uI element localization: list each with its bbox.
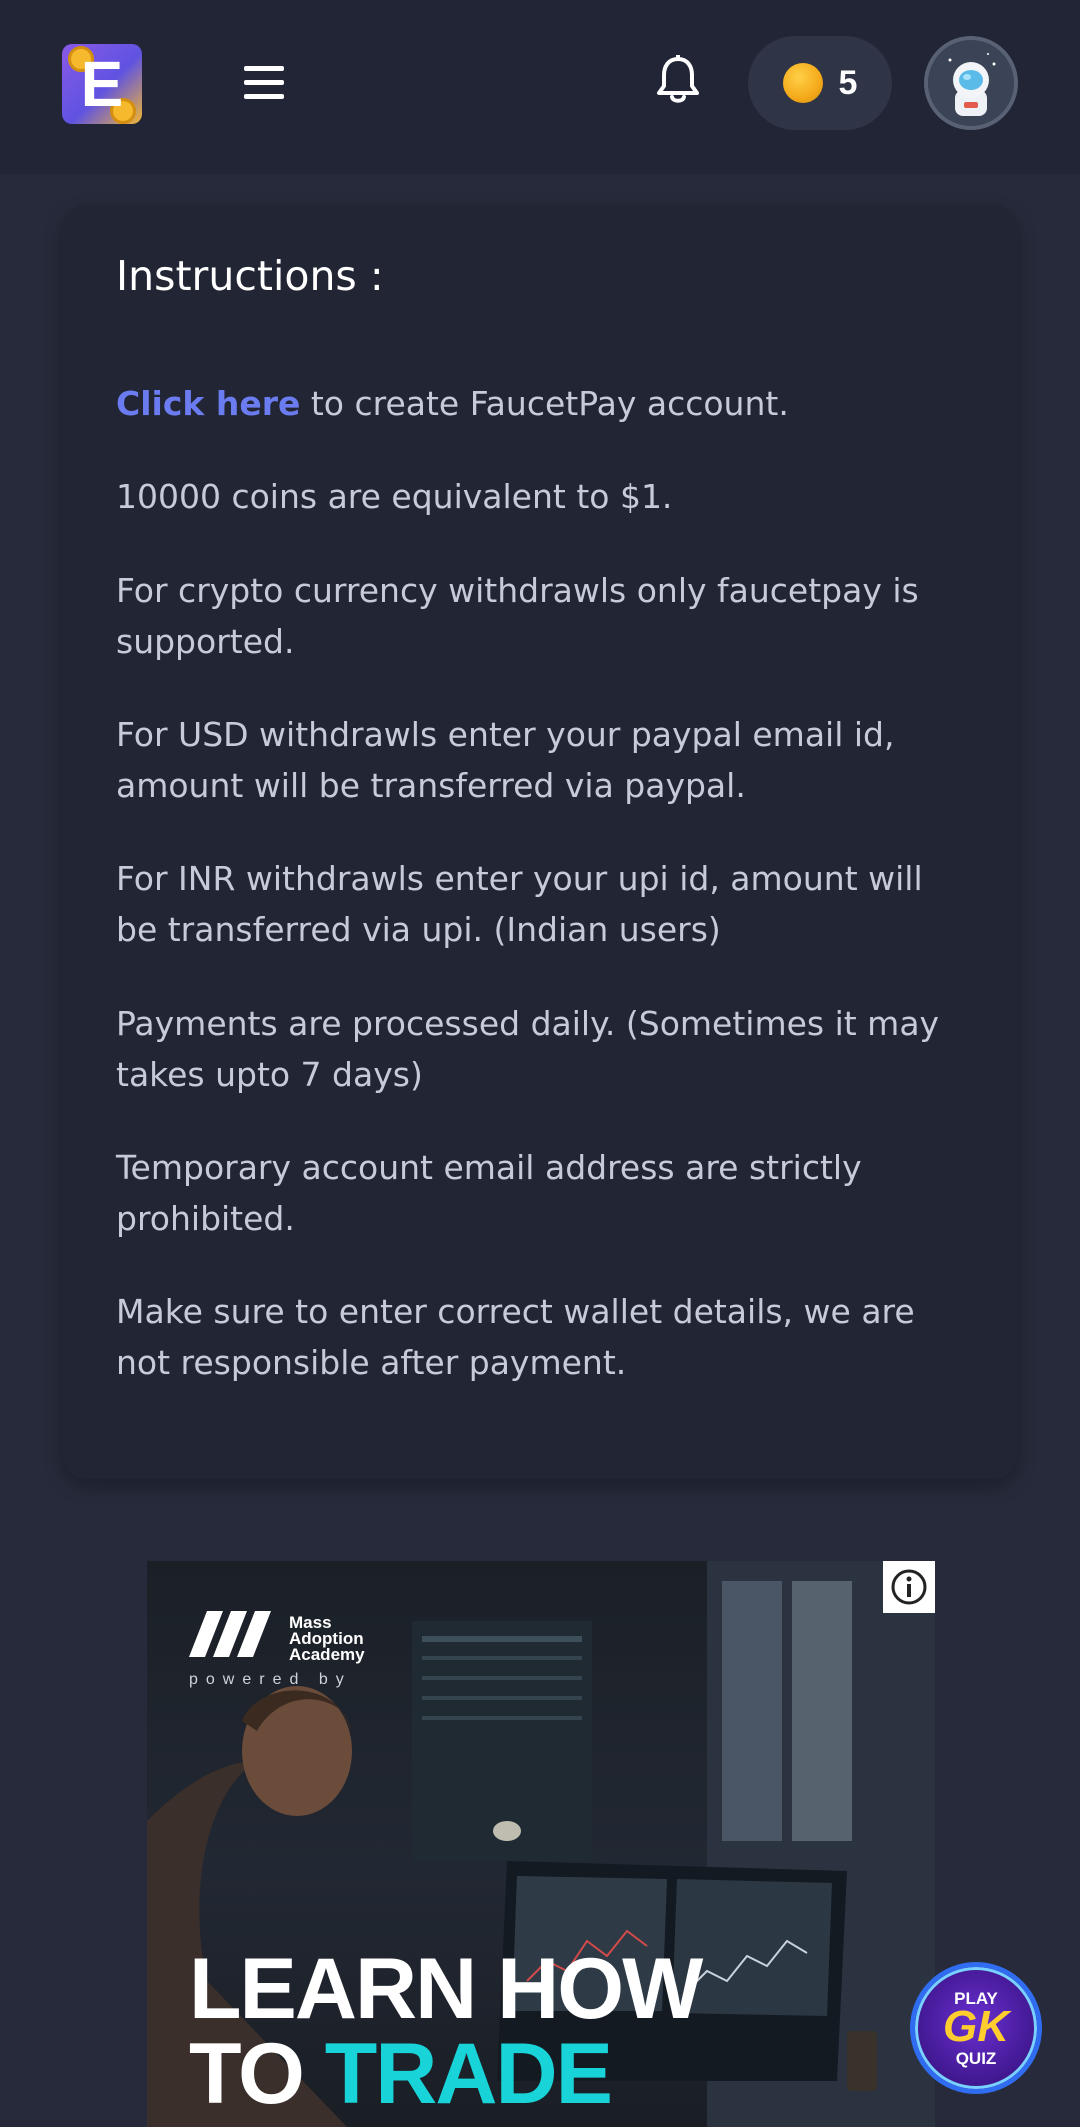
instruction-faucetpay: Click here to create FaucetPay account. <box>116 378 966 429</box>
ad-brand-name: Mass Adoption Academy <box>289 1613 365 1664</box>
ad-headline-line2: TO TRADE <box>189 2031 613 2117</box>
instruction-usd: For USD withdrawls enter your paypal ema… <box>116 715 895 805</box>
faucetpay-signup-link[interactable]: Click here <box>116 384 300 423</box>
info-icon <box>891 1569 927 1605</box>
coin-count: 5 <box>838 63 858 102</box>
instructions-title: Instructions : <box>116 252 384 300</box>
logo-letter: E <box>80 48 124 120</box>
advertisement-banner[interactable]: Mass Adoption Academy powered by LEARN H… <box>147 1561 935 2127</box>
menu-button[interactable] <box>232 58 296 108</box>
notifications-button[interactable] <box>648 50 708 110</box>
instruction-email: Temporary account email address are stri… <box>116 1148 862 1238</box>
faucetpay-link-suffix: to create FaucetPay account. <box>300 384 789 423</box>
mass-adoption-academy-logo-icon <box>189 1611 271 1657</box>
astronaut-avatar-icon <box>928 40 1014 126</box>
avatar[interactable] <box>924 36 1018 130</box>
app-logo[interactable]: E <box>62 44 142 124</box>
ad-headline-prefix: TO <box>189 2026 325 2122</box>
ad-brand: Mass Adoption Academy <box>189 1611 379 1663</box>
play-gk-quiz-button[interactable]: PLAY GK QUIZ <box>910 1962 1042 2094</box>
ad-info-button[interactable] <box>883 1561 935 1613</box>
coin-balance[interactable]: 5 <box>748 36 892 130</box>
instruction-wallet: Make sure to enter correct wallet detail… <box>116 1292 915 1382</box>
quiz-quiz-label: QUIZ <box>955 2049 997 2068</box>
ad-headline-line1: LEARN HOW <box>189 1941 703 2037</box>
ad-headline-accent: TRADE <box>324 2026 613 2122</box>
gold-coin-icon <box>782 63 823 103</box>
hamburger-menu-icon <box>244 66 284 99</box>
top-app-bar: E 5 <box>0 0 1080 174</box>
instruction-inr: For INR withdrawls enter your upi id, am… <box>116 859 923 949</box>
bell-icon <box>657 55 699 103</box>
instruction-processing: Payments are processed daily. (Sometimes… <box>116 1004 940 1094</box>
instruction-coin-rate: 10000 coins are equivalent to $1. <box>116 477 673 516</box>
instructions-card: Instructions : Click here to create Fauc… <box>62 204 1018 1479</box>
quiz-gk-label: GK <box>943 2002 1009 2051</box>
ad-powered-by: powered by <box>189 1671 352 1688</box>
instruction-crypto: For crypto currency withdrawls only fauc… <box>116 571 919 661</box>
